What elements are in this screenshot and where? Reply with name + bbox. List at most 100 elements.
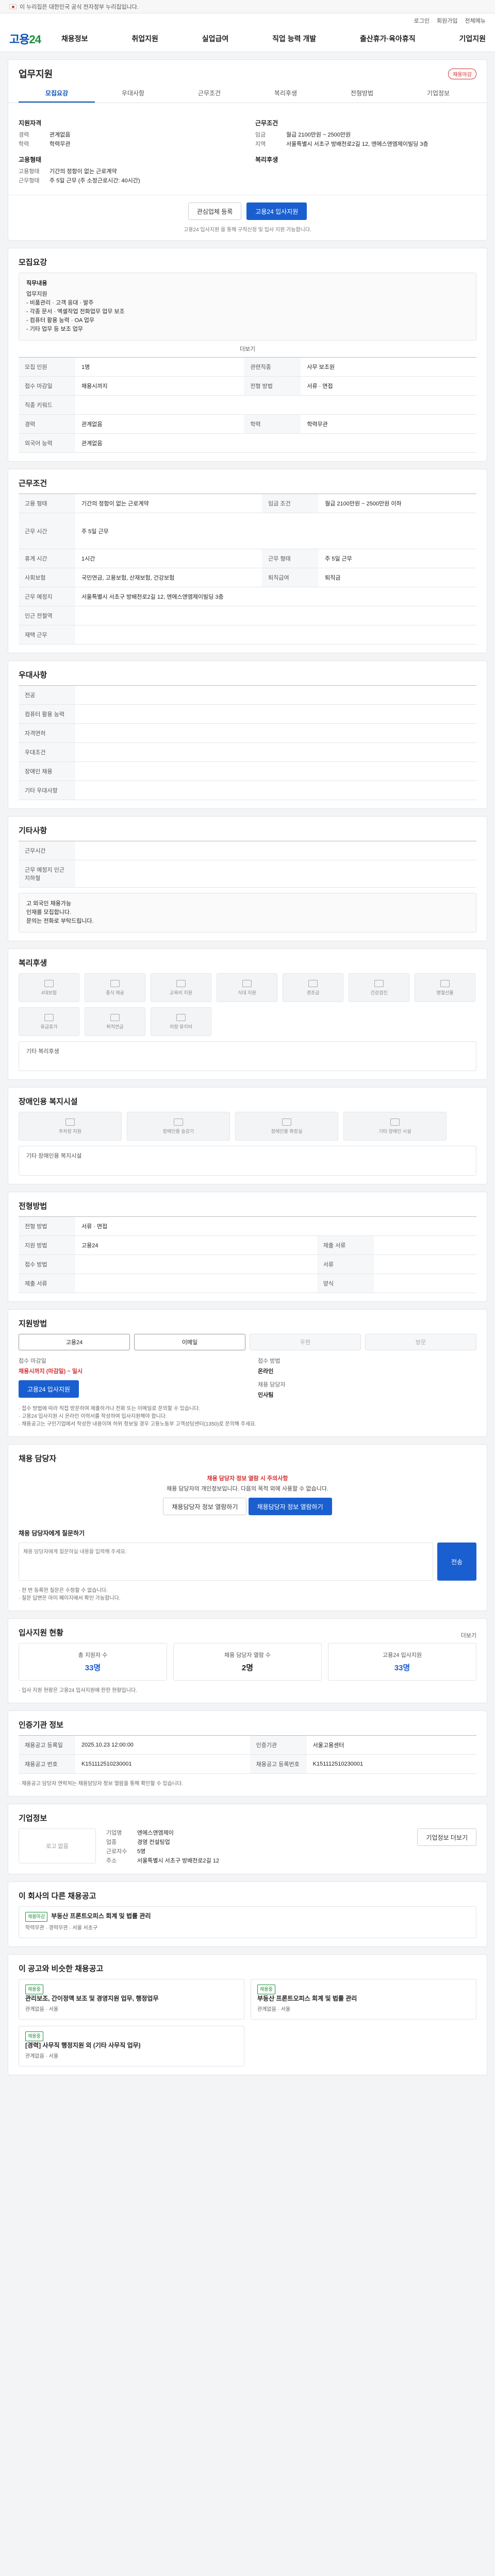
gnb-item[interactable]: 기업지원 xyxy=(459,33,486,44)
apply-method-options: 고용24 이메일 우편 방문 xyxy=(19,1334,476,1350)
kv-key: 지역 xyxy=(255,141,266,147)
stat-key: 총 지원자 수 xyxy=(78,1652,108,1658)
table-row: 채용공고 등록일 2025.10.23 12:00:00 인증기관 서울고용센터 xyxy=(19,1735,476,1755)
similar-section: 이 회사의 다른 채용공고 채용마감 부동산 프론트오피스 회계 및 법률 관리… xyxy=(8,1882,487,1947)
tab-company[interactable]: 기업정보 xyxy=(400,84,476,103)
recommend-item[interactable]: 채용중 부동산 프론트오피스 회계 및 법률 관리 관계없음 · 서울 xyxy=(251,1979,476,2020)
table-row: 사회보험 국민연금, 고용보험, 산재보험, 건강보험 퇴직급여 퇴직금 xyxy=(19,568,476,587)
info-title: 인증기관 정보 xyxy=(19,1721,63,1730)
qa-form: 전송 xyxy=(19,1543,476,1581)
apply-button[interactable]: 고용24 입사지원 xyxy=(246,202,307,220)
apply-button-2[interactable]: 고용24 입사지원 xyxy=(19,1380,79,1398)
question-input[interactable] xyxy=(19,1543,433,1581)
table-row: 지원 방법 고용24 제출 서류 xyxy=(19,1235,476,1255)
stats-section: 입사지원 현황 더보기 총 지원자 수 33명 채용 담당자 열람 수 2명 고용2… xyxy=(8,1618,487,1703)
td: 고용24 xyxy=(75,1235,317,1255)
food-icon xyxy=(242,979,252,987)
join-link[interactable]: 회원가입 xyxy=(437,16,457,25)
th: 양식 xyxy=(317,1274,374,1293)
td: K151112510230001 xyxy=(306,1754,476,1774)
tab-welfare[interactable]: 복리후생 xyxy=(248,84,324,103)
view-contact-button[interactable]: 채용담당자 정보 열람하기 xyxy=(163,1498,247,1515)
company-more-button[interactable]: 기업정보 더보기 xyxy=(417,1828,476,1846)
gnb-item[interactable]: 채용정보 xyxy=(61,33,88,44)
question-submit-button[interactable]: 전송 xyxy=(437,1543,476,1581)
table-row: 재택 근무 xyxy=(19,625,476,645)
stat-value: 33명 xyxy=(394,1664,410,1672)
table-row: 직종 키워드 xyxy=(19,395,476,415)
note-line: · 고용24 입사지원 시 온라인 이력서를 작성하여 입사지원해야 합니다. xyxy=(19,1414,167,1419)
gnb-item[interactable]: 취업지원 xyxy=(131,33,158,44)
apply-notes: · 접수 방법에 따라 직접 방문하여 제출하거나 전화 또는 이메일로 문의할… xyxy=(19,1405,476,1428)
option-visit[interactable]: 방문 xyxy=(365,1334,476,1350)
welfare-label: 경조금 xyxy=(306,990,320,995)
etc-memo-box: 고 외국인 채용가능 인재를 모집합니다. 문의는 전화로 부탁드립니다. xyxy=(19,893,476,933)
kv-key: 학력 xyxy=(19,141,29,147)
logo[interactable]: 고용24 xyxy=(9,30,41,47)
gnb-item[interactable]: 실업급여 xyxy=(202,33,229,44)
option-post[interactable]: 우편 xyxy=(250,1334,361,1350)
info-note: · 채용공고 담당자 연락처는 채용담당자 정보 열람을 통해 확인할 수 있습… xyxy=(19,1781,184,1787)
gnb-item[interactable]: 출산휴가·육아휴직 xyxy=(360,33,416,44)
welfare-item: 식대 지원 xyxy=(217,973,277,1002)
book-icon xyxy=(176,979,186,987)
welfare-etc-box: 기타 복리후생 xyxy=(19,1041,476,1071)
th: 사회보험 xyxy=(19,568,75,587)
recommend-item-meta: 관계없음 · 서울 xyxy=(257,2007,291,2012)
kv-key: 주소 xyxy=(106,1858,117,1864)
similar-item[interactable]: 채용마감 부동산 프론트오피스 회계 및 법률 관리 학력무관 · 경력무관 ·… xyxy=(19,1906,476,1938)
table-row: 기타 우대사항 xyxy=(19,781,476,800)
process-title: 전형방법 xyxy=(19,1202,47,1211)
tab-process[interactable]: 전형방법 xyxy=(324,84,400,103)
all-menu-link[interactable]: 전체메뉴 xyxy=(465,16,486,25)
tab-conditions[interactable]: 근무조건 xyxy=(171,84,248,103)
kv-key: 고용형태 xyxy=(19,168,40,175)
disability-grid: 주차장 지원 장애인용 승강기 장애인용 화장실 기타 장애인 시설 xyxy=(19,1112,476,1141)
apply-period: 접수 마감일 채용시까지 (마감일) ~ 일시 고용24 입사지원 접수 방법 … xyxy=(19,1357,476,1399)
facility-label: 장애인용 화장실 xyxy=(271,1128,303,1134)
desc-line: - 기타 업무 등 보조 업무 xyxy=(26,326,84,332)
welfare-item: 경조금 xyxy=(283,973,343,1002)
td xyxy=(373,1235,476,1255)
tab-preference[interactable]: 우대사항 xyxy=(95,84,171,103)
etc-title: 기타사항 xyxy=(19,826,47,835)
login-link[interactable]: 로그인 xyxy=(414,16,430,25)
more-button[interactable]: 더보기 xyxy=(19,341,476,357)
recommend-item-title: [경력] 사무직 행정지원 외 (기타 사무직 업무) xyxy=(25,2042,141,2049)
td: 채용시까지 xyxy=(75,376,244,396)
option-email[interactable]: 이메일 xyxy=(134,1334,245,1350)
etc-section: 기타사항 근무시간 근무 예정지 인근 지하철 고 외국인 채용가능 인재를 모… xyxy=(8,816,487,941)
qualification-label: 지원자격 xyxy=(19,120,42,127)
calendar-icon xyxy=(44,1013,54,1021)
kv-value: 경영 컨설팅업 xyxy=(137,1839,170,1845)
tab-recruit[interactable]: 모집요강 xyxy=(19,84,95,103)
gift-icon xyxy=(308,979,318,987)
stat-value: 33명 xyxy=(85,1664,101,1672)
welfare-item: 건강검진 xyxy=(349,973,409,1002)
welfare-item: 중식 제공 xyxy=(85,973,145,1002)
scrap-button[interactable]: 관심업체 등록 xyxy=(188,202,242,220)
job-tabs: 모집요강 우대사항 근무조건 복리후생 전형방법 기업정보 xyxy=(8,84,487,103)
recommend-item[interactable]: 채용중 관리보조, 간이정액 보조 및 경영지원 업무, 행정업무 관계없음 ·… xyxy=(19,1979,244,2020)
stats-more-link[interactable]: 더보기 xyxy=(461,1631,476,1639)
td: 퇴직금 xyxy=(319,568,476,587)
summary-right: 근무조건 임금 월급 2100만원 ~ 2500만원 지역 서울특별시 서초구 방배… xyxy=(255,112,476,185)
kv-key: 근로자수 xyxy=(106,1849,127,1855)
welfare-item: 명절선물 xyxy=(415,973,475,1002)
recommend-item[interactable]: 채용중 [경력] 사무직 행정지원 외 (기타 사무직 업무) 관계없음 · 서… xyxy=(19,2026,244,2066)
th: 지원 방법 xyxy=(19,1235,75,1255)
option-goyong24[interactable]: 고용24 xyxy=(19,1334,130,1350)
kv-value: 기간의 정함이 없는 근로계약 xyxy=(50,168,117,175)
note-line: · 접수 방법에 따라 직접 방문하여 제출하거나 전화 또는 이메일로 문의할… xyxy=(19,1406,201,1412)
th: 인근 전철역 xyxy=(19,606,75,625)
recruit-title: 모집요강 xyxy=(19,258,47,267)
recommend-list: 채용중 관리보조, 간이정액 보조 및 경영지원 업무, 행정업무 관계없음 ·… xyxy=(19,1979,476,2066)
apply-method-title: 지원방법 xyxy=(19,1319,47,1328)
gnb-item[interactable]: 직업 능력 개발 xyxy=(272,33,316,44)
view-contact-button-2[interactable]: 채용담당자 정보 열람하기 xyxy=(248,1498,332,1515)
company-section: 기업정보 로고 없음 기업명 엔에스앤엠제이 업종 경영 컨설팅업 근로자수 5명 주… xyxy=(8,1804,487,1874)
table-row: 자격면허 xyxy=(19,723,476,743)
memo-line: 고 외국인 채용가능 xyxy=(26,901,72,907)
stat-card: 고용24 입사지원 33명 xyxy=(328,1643,476,1681)
th: 컴퓨터 활용 능력 xyxy=(19,704,75,724)
